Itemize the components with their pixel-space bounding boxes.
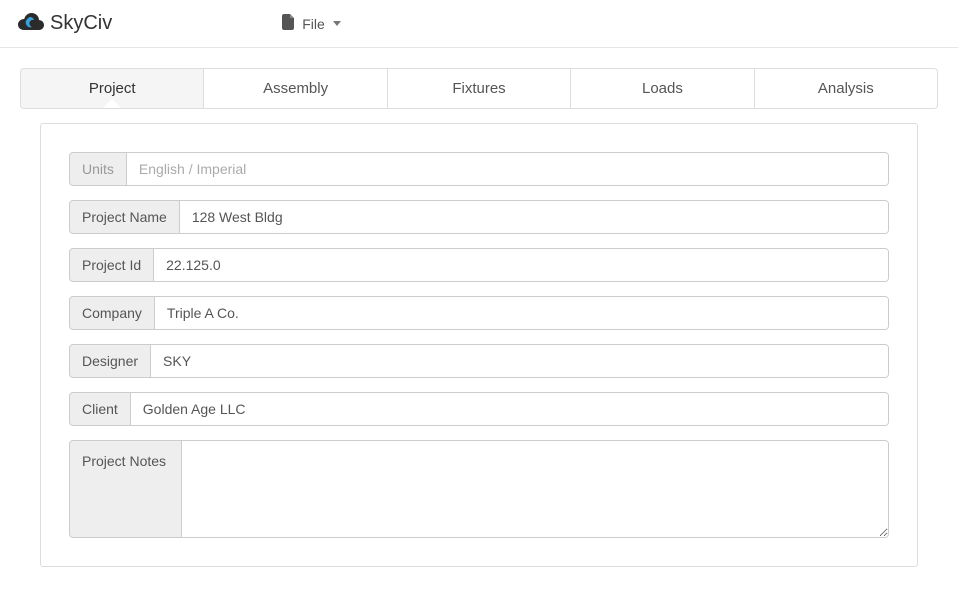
project-form-panel: Units Project Name Project Id Company De… (40, 123, 918, 567)
company-label: Company (70, 297, 155, 329)
tab-fixtures[interactable]: Fixtures (388, 69, 571, 108)
chevron-down-icon (333, 21, 341, 26)
tab-label: Assembly (263, 80, 328, 97)
tab-label: Loads (642, 80, 683, 97)
client-row: Client (69, 392, 889, 426)
tab-label: Fixtures (452, 80, 505, 97)
main-tabs: Project Assembly Fixtures Loads Analysis (20, 68, 938, 109)
project-id-input[interactable] (154, 249, 888, 281)
project-notes-label: Project Notes (70, 441, 182, 537)
tab-label: Project (89, 80, 136, 97)
tab-loads[interactable]: Loads (571, 69, 754, 108)
tabs-container: Project Assembly Fixtures Loads Analysis… (0, 48, 958, 567)
file-menu-label: File (302, 16, 325, 32)
units-row: Units (69, 152, 889, 186)
cloud-logo-icon (16, 11, 46, 36)
client-label: Client (70, 393, 131, 425)
app-header: SkyCiv File (0, 0, 958, 48)
project-id-label: Project Id (70, 249, 154, 281)
tab-project[interactable]: Project (21, 69, 204, 108)
project-name-input[interactable] (180, 201, 888, 233)
designer-input[interactable] (151, 345, 888, 377)
tab-analysis[interactable]: Analysis (755, 69, 937, 108)
units-input[interactable] (127, 153, 888, 185)
file-icon (282, 14, 296, 33)
project-notes-textarea[interactable] (182, 441, 888, 537)
brand-name: SkyCiv (50, 12, 112, 35)
client-input[interactable] (131, 393, 888, 425)
project-name-row: Project Name (69, 200, 889, 234)
file-menu[interactable]: File (282, 14, 341, 33)
designer-row: Designer (69, 344, 889, 378)
company-input[interactable] (155, 297, 888, 329)
project-name-label: Project Name (70, 201, 180, 233)
tab-assembly[interactable]: Assembly (204, 69, 387, 108)
brand-logo: SkyCiv (16, 11, 112, 36)
company-row: Company (69, 296, 889, 330)
units-label: Units (70, 153, 127, 185)
project-id-row: Project Id (69, 248, 889, 282)
designer-label: Designer (70, 345, 151, 377)
project-notes-row: Project Notes (69, 440, 889, 538)
tab-label: Analysis (818, 80, 874, 97)
